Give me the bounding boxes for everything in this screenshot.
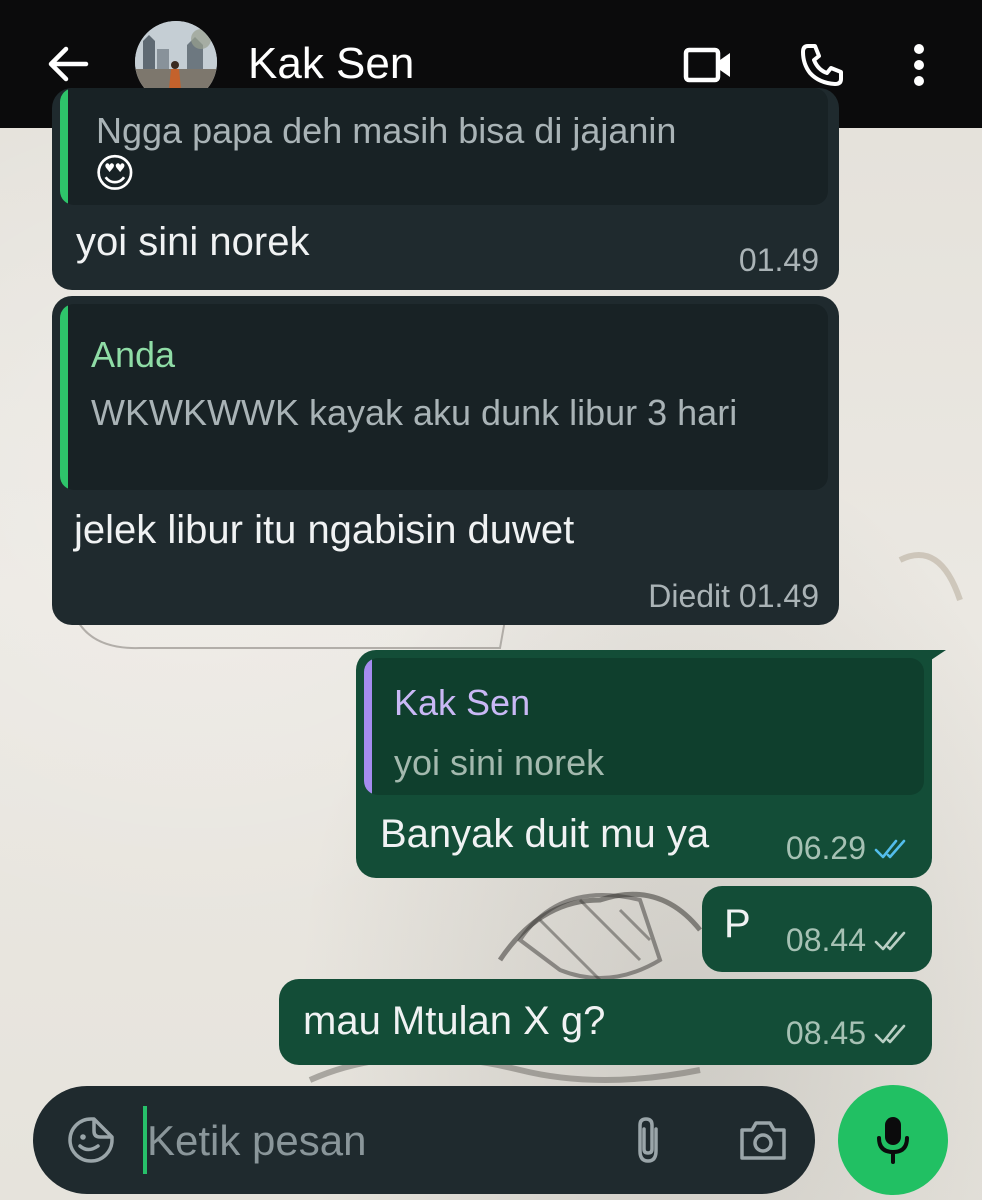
attach-button[interactable]	[618, 1110, 678, 1170]
quote-accent-bar	[364, 658, 372, 795]
message-meta: 06.29	[786, 830, 912, 867]
quoted-message[interactable]: Anda WKWKWWK kayak aku dunk libur 3 hari	[60, 304, 828, 490]
back-arrow-icon	[48, 46, 89, 82]
message-meta: 08.45	[786, 1015, 912, 1052]
more-options-button[interactable]	[892, 38, 946, 92]
video-call-icon	[683, 47, 730, 83]
voice-call-button[interactable]	[795, 38, 849, 92]
outgoing-message-bubble[interactable]: P 08.44	[702, 886, 932, 972]
delivered-receipt-icon	[874, 1024, 906, 1043]
camera-icon	[740, 1121, 786, 1160]
message-time: 08.44	[785, 922, 866, 958]
quote-accent-bar	[60, 88, 68, 205]
contact-name[interactable]: Kak Sen	[248, 36, 414, 92]
more-options-icon	[914, 44, 924, 86]
mic-icon	[877, 1117, 909, 1164]
message-input[interactable]	[145, 1110, 599, 1172]
quoted-message-text: Ngga papa deh masih bisa di jajanin	[96, 110, 677, 151]
back-button[interactable]	[40, 36, 96, 92]
message-meta: 08.44	[786, 922, 912, 959]
voice-call-icon	[801, 44, 843, 86]
video-call-button[interactable]	[681, 38, 735, 92]
attach-icon	[638, 1117, 658, 1163]
message-composer	[33, 1086, 815, 1194]
incoming-message-bubble[interactable]: Anda WKWKWWK kayak aku dunk libur 3 hari…	[52, 296, 839, 625]
quoted-message-text: yoi sini norek	[394, 742, 605, 783]
message-text: mau Mtulan X g?	[303, 999, 606, 1043]
outgoing-message-bubble[interactable]: mau Mtulan X g? 08.45	[279, 979, 932, 1065]
heart-eyes-emoji: 😍	[94, 151, 136, 197]
bubble-tail	[922, 650, 946, 666]
outgoing-message-bubble[interactable]: Kak Sen yoi sini norek Banyak duit mu ya…	[356, 650, 946, 878]
quoted-message-text: WKWKWWK kayak aku dunk libur 3 hari	[91, 392, 738, 433]
message-text: yoi sini norek	[76, 220, 310, 264]
quoted-message[interactable]: Ngga papa deh masih bisa di jajanin 😍	[60, 88, 828, 205]
camera-button[interactable]	[733, 1110, 793, 1170]
message-time: 06.29	[785, 830, 866, 866]
message-time: 01.49	[738, 242, 819, 278]
quoted-sender-name: Anda	[91, 334, 176, 375]
voice-message-button[interactable]	[838, 1085, 948, 1195]
message-text: jelek libur itu ngabisin duwet	[74, 508, 575, 552]
incoming-message-bubble[interactable]: Ngga papa deh masih bisa di jajanin 😍 yo…	[52, 88, 839, 290]
message-time: 08.45	[785, 1015, 866, 1051]
message-text: P	[724, 902, 751, 946]
message-text: Banyak duit mu ya	[380, 812, 710, 856]
read-receipt-icon	[874, 839, 906, 858]
sticker-button[interactable]	[61, 1110, 121, 1170]
sticker-icon	[68, 1117, 114, 1163]
quoted-sender-name: Kak Sen	[394, 682, 531, 723]
delivered-receipt-icon	[874, 931, 906, 950]
message-edited-time: Diedit 01.49	[648, 578, 819, 614]
quote-accent-bar	[60, 304, 68, 490]
quoted-message[interactable]: Kak Sen yoi sini norek	[364, 658, 924, 795]
